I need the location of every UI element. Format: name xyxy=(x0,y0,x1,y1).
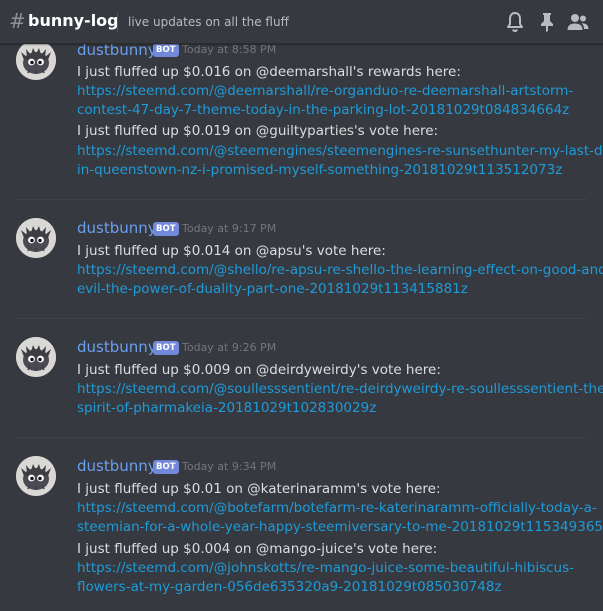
message-divider xyxy=(16,318,587,319)
message-divider xyxy=(16,437,587,438)
dust-bunny-avatar-image xyxy=(16,337,56,377)
message-link[interactable]: steemian-for-a-whole-year-happy-steemive… xyxy=(77,518,603,537)
message-text: I just fluffed up $0.01 on @katerinaramm… xyxy=(77,481,441,497)
message-link[interactable]: https://steemd.com/@soullesssentient/re-… xyxy=(77,380,603,399)
channel-name[interactable]: bunny-log xyxy=(28,10,119,32)
message-timestamp[interactable]: Today at 8:58 PM xyxy=(182,42,276,58)
discord-channel-view: dustbunny BOT Today at 8:58 PM I just fl… xyxy=(0,0,603,611)
message-text: I just fluffed up $0.016 on @deemarshall… xyxy=(77,64,461,80)
message-text: I just fluffed up $0.009 on @deirdyweird… xyxy=(77,362,441,378)
message-text: I just fluffed up $0.019 on @guiltyparti… xyxy=(77,123,439,139)
bot-badge: BOT xyxy=(153,222,179,236)
avatar[interactable] xyxy=(16,40,56,80)
bot-badge: BOT xyxy=(153,460,179,474)
message-timestamp[interactable]: Today at 9:26 PM xyxy=(182,340,276,356)
message-link[interactable]: contest-47-day-7-theme-today-in-the-park… xyxy=(77,101,603,120)
channel-hash-icon: # xyxy=(9,9,26,33)
message-link[interactable]: evil-the-power-of-duality-part-one-20181… xyxy=(77,280,603,299)
message-link[interactable]: spirit-of-pharmakeia-20181029t102830029z xyxy=(77,399,603,418)
bot-badge: BOT xyxy=(153,341,179,355)
message-link[interactable]: in-queenstown-nz-i-promised-myself-somet… xyxy=(77,161,603,180)
message-link[interactable]: https://steemd.com/@steemengines/steemen… xyxy=(77,142,603,161)
message-timestamp[interactable]: Today at 9:17 PM xyxy=(182,221,276,237)
avatar[interactable] xyxy=(16,456,56,496)
avatar[interactable] xyxy=(16,218,56,258)
pin-icon[interactable] xyxy=(535,10,559,34)
channel-header: # bunny-log live updates on all the fluf… xyxy=(0,0,603,44)
bot-badge: BOT xyxy=(153,43,179,57)
message-link[interactable]: https://steemd.com/@johnskotts/re-mango-… xyxy=(77,559,603,578)
message-author[interactable]: dustbunny xyxy=(77,218,157,238)
bell-icon[interactable] xyxy=(503,10,527,34)
dust-bunny-avatar-image xyxy=(16,40,56,80)
message-link[interactable]: https://steemd.com/@shello/re-apsu-re-sh… xyxy=(77,261,603,280)
channel-topic[interactable]: live updates on all the fluff xyxy=(128,13,289,31)
header-divider xyxy=(117,12,118,32)
message-list[interactable]: dustbunny BOT Today at 8:58 PM I just fl… xyxy=(0,0,603,611)
message-author[interactable]: dustbunny xyxy=(77,337,157,357)
avatar[interactable] xyxy=(16,337,56,377)
message-link[interactable]: https://steemd.com/@botefarm/botefarm-re… xyxy=(77,499,603,518)
dust-bunny-avatar-image xyxy=(16,456,56,496)
message-text: I just fluffed up $0.014 on @apsu's vote… xyxy=(77,243,386,259)
message-text: I just fluffed up $0.004 on @mango-juice… xyxy=(77,541,438,557)
message-link[interactable]: flowers-at-my-garden-056de635320a9-20181… xyxy=(77,578,603,597)
dust-bunny-avatar-image xyxy=(16,218,56,258)
message-divider xyxy=(16,199,587,200)
message-link[interactable]: https://steemd.com/@deemarshall/re-organ… xyxy=(77,82,603,101)
members-icon[interactable] xyxy=(566,10,590,34)
message-timestamp[interactable]: Today at 9:34 PM xyxy=(182,459,276,475)
message-author[interactable]: dustbunny xyxy=(77,456,157,476)
